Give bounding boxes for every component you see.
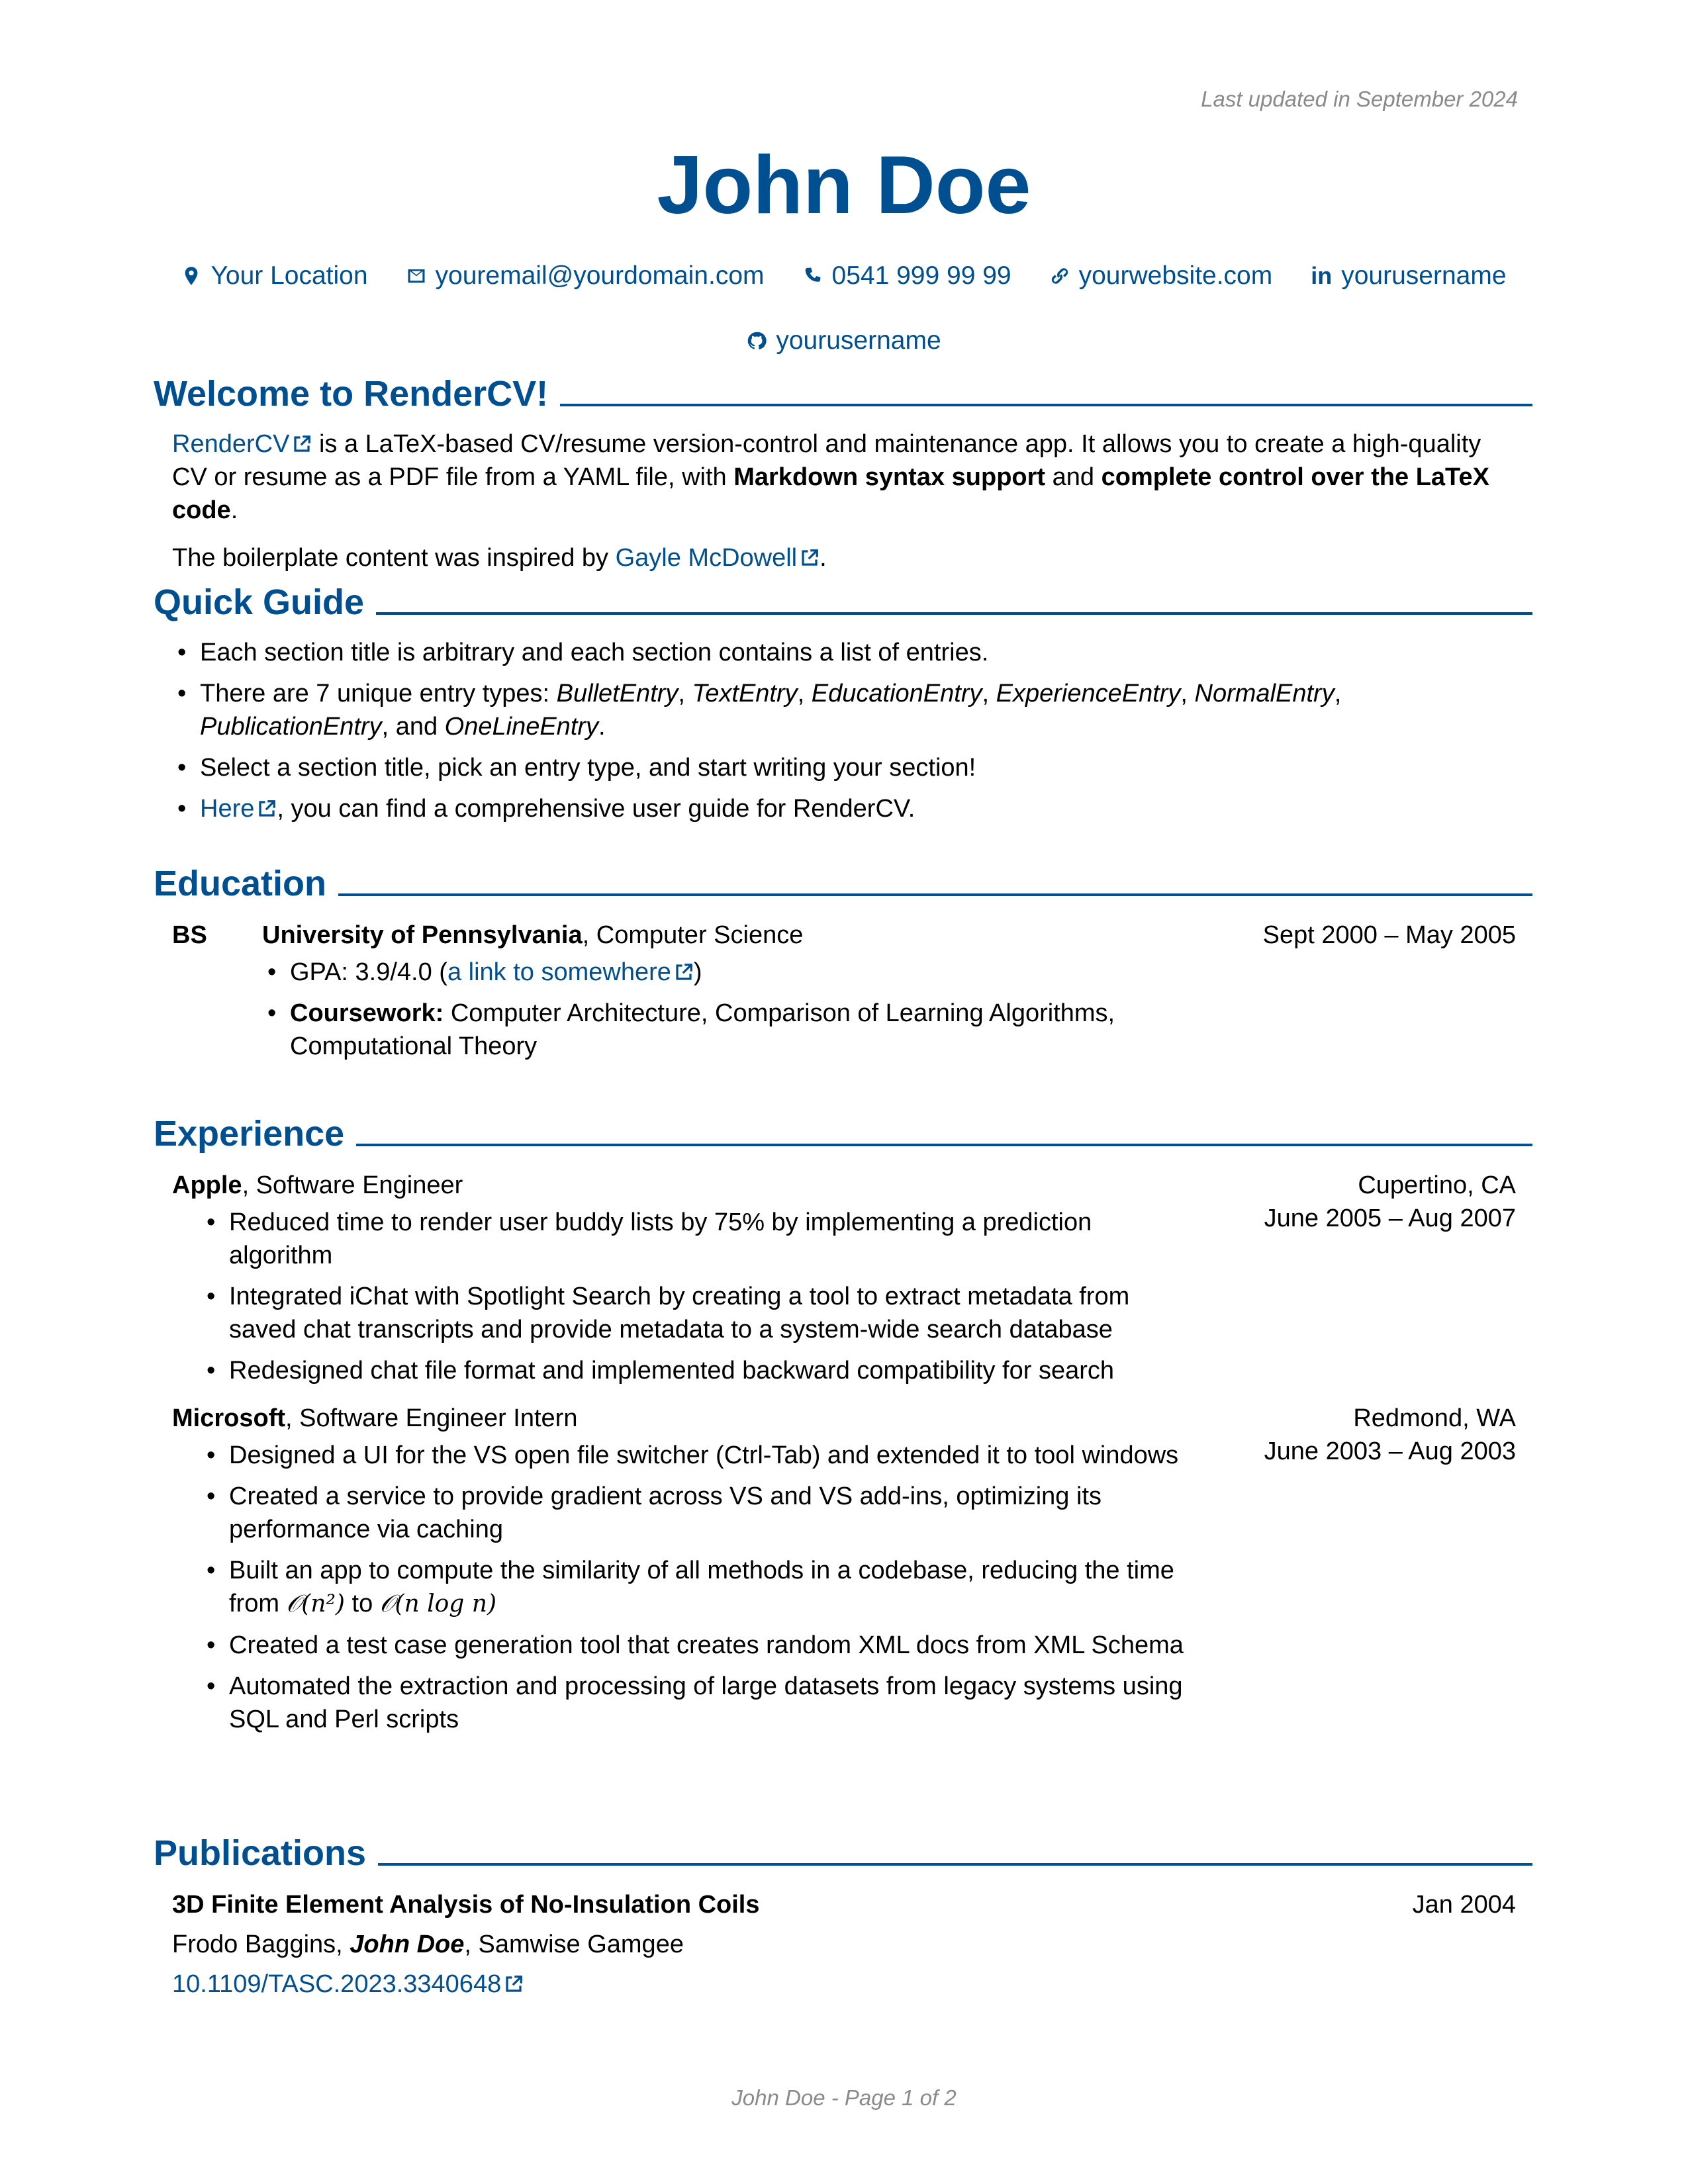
section-title: Publications: [154, 1833, 367, 1873]
external-link-icon: [800, 543, 820, 566]
contact-website[interactable]: yourwebsite.com: [1050, 259, 1273, 293]
list-item: Created a service to provide gradient ac…: [201, 1480, 1194, 1546]
location-pin-icon: [185, 267, 198, 285]
section-welcome: Welcome to RenderCV! RenderCV is a LaTeX…: [154, 371, 1532, 574]
link-icon: [1051, 268, 1068, 284]
contact-email-text: youremail@yourdomain.com: [435, 261, 765, 290]
guide-list: Each section title is arbitrary and each…: [172, 636, 1516, 825]
math-expression: 𝒪(n log n): [379, 1590, 497, 1617]
entry-type-name: NormalEntry: [1194, 680, 1335, 707]
publication-title: 3D Finite Element Analysis of No-Insulat…: [172, 1891, 760, 1919]
page-footer: John Doe - Page 1 of 2: [731, 2085, 957, 2110]
list-item: Created a test case generation tool that…: [201, 1629, 1194, 1662]
external-link-icon: [674, 958, 694, 980]
job-location: Redmond, WA: [1353, 1404, 1516, 1432]
institution-line: University of Pennsylvania, Computer Sci…: [262, 921, 804, 949]
contact-website-text: yourwebsite.com: [1078, 261, 1273, 290]
cv-name: John Doe: [657, 140, 1031, 231]
section-publications: Publications Jan 2004 3D Finite Element …: [154, 1830, 1532, 2001]
envelope-icon: [408, 269, 425, 283]
doi-link[interactable]: 10.1109/TASC.2023.3340648: [172, 1970, 524, 1998]
job-meta: Cupertino, CA June 2005 – Aug 2007: [1264, 1169, 1516, 1235]
entry-type-name: OneLineEntry: [444, 713, 599, 741]
welcome-paragraph: RenderCV is a LaTeX-based CV/resume vers…: [172, 430, 1489, 524]
math-expression: 𝒪(n²): [286, 1590, 345, 1617]
section-education: Education Sept 2000 – May 2005 BS Univer…: [154, 860, 1532, 1063]
contact-phone[interactable]: 0541 999 99 99: [803, 259, 1011, 293]
gayle-mcdowell-link[interactable]: Gayle McDowell: [616, 544, 820, 572]
somewhere-link[interactable]: a link to somewhere: [447, 958, 694, 986]
section-title: Experience: [154, 1114, 345, 1154]
contact-location-text: Your Location: [211, 261, 368, 290]
section-divider: [376, 612, 1532, 615]
list-item: Reduced time to render user buddy lists …: [201, 1206, 1194, 1272]
list-item: Automated the extraction and processing …: [201, 1670, 1194, 1736]
contact-email[interactable]: youremail@yourdomain.com: [406, 259, 765, 293]
section-divider: [356, 1144, 1532, 1146]
contact-github[interactable]: yourusername: [747, 324, 941, 357]
publication-authors: Frodo Baggins, John Doe, Samwise Gamgee: [172, 1931, 684, 1958]
job-meta: Redmond, WA June 2003 – Aug 2003: [1264, 1402, 1516, 1468]
contact-phone-text: 0541 999 99 99: [831, 261, 1011, 290]
publication-entry: Jan 2004 3D Finite Element Analysis of N…: [154, 1888, 1532, 2001]
experience-entry: Cupertino, CA June 2005 – Aug 2007 Apple…: [154, 1169, 1532, 1387]
education-dates: Sept 2000 – May 2005: [1262, 921, 1516, 949]
list-item: Integrated iChat with Spotlight Search b…: [201, 1280, 1194, 1346]
phone-icon: [805, 267, 820, 282]
section-title: Welcome to RenderCV!: [154, 374, 549, 414]
linkedin-icon: in: [1311, 262, 1333, 289]
experience-entry: Redmond, WA June 2003 – Aug 2003 Microso…: [154, 1402, 1532, 1736]
entry-type-name: EducationEntry: [811, 680, 982, 707]
rendercv-link[interactable]: RenderCV: [172, 430, 312, 458]
section-divider: [560, 404, 1532, 406]
list-item: GPA: 3.9/4.0 (a link to somewhere): [262, 956, 1156, 989]
external-link-icon: [504, 1970, 524, 1992]
list-item: Select a section title, pick an entry ty…: [172, 751, 1516, 784]
external-link-icon: [292, 430, 312, 452]
list-item: There are 7 unique entry types: BulletEn…: [172, 677, 1516, 743]
list-item: Built an app to compute the similarity o…: [201, 1554, 1194, 1621]
contact-github-text: yourusername: [776, 326, 941, 355]
publication-date: Jan 2004: [1412, 1891, 1516, 1919]
list-item: Coursework: Computer Architecture, Compa…: [262, 997, 1156, 1063]
contact-location[interactable]: Your Location: [181, 259, 368, 293]
job-location: Cupertino, CA: [1358, 1171, 1516, 1199]
list-item: Here, you can find a comprehensive user …: [172, 792, 1516, 825]
job-highlights: Reduced time to render user buddy lists …: [172, 1206, 1194, 1387]
section-divider: [378, 1863, 1532, 1866]
entry-type-name: PublicationEntry: [200, 713, 382, 741]
external-link-icon: [257, 794, 277, 817]
list-item: Redesigned chat file format and implemen…: [201, 1354, 1194, 1387]
section-divider: [338, 893, 1532, 896]
contact-list: Your Location youremail@yourdomain.com 0…: [154, 259, 1534, 357]
education-entry: Sept 2000 – May 2005 BS University of Pe…: [154, 919, 1532, 1063]
contact-linkedin[interactable]: in yourusername: [1311, 259, 1506, 293]
degree: BS: [172, 921, 207, 949]
education-highlights: GPA: 3.9/4.0 (a link to somewhere) Cours…: [262, 956, 1156, 1063]
publication-doi: 10.1109/TASC.2023.3340648: [172, 1968, 1516, 2001]
list-item: Designed a UI for the VS open file switc…: [201, 1439, 1194, 1472]
user-guide-link[interactable]: Here: [200, 795, 277, 823]
entry-type-name: BulletEntry: [556, 680, 679, 707]
contact-linkedin-text: yourusername: [1341, 261, 1507, 290]
section-title: Quick Guide: [154, 582, 365, 622]
section-title: Education: [154, 864, 327, 903]
entry-type-name: TextEntry: [692, 680, 798, 707]
github-icon: [748, 332, 767, 349]
last-updated: Last updated in September 2024: [1201, 87, 1518, 111]
section-experience: Experience Cupertino, CA June 2005 – Aug…: [154, 1111, 1532, 1736]
list-item: Each section title is arbitrary and each…: [172, 636, 1516, 669]
inspiration-paragraph: The boilerplate content was inspired by …: [172, 544, 827, 572]
job-dates: June 2003 – Aug 2003: [1264, 1437, 1516, 1465]
job-highlights: Designed a UI for the VS open file switc…: [172, 1439, 1194, 1736]
job-dates: June 2005 – Aug 2007: [1264, 1205, 1516, 1232]
entry-type-name: ExperienceEntry: [996, 680, 1181, 707]
section-quick-guide: Quick Guide Each section title is arbitr…: [154, 579, 1532, 825]
